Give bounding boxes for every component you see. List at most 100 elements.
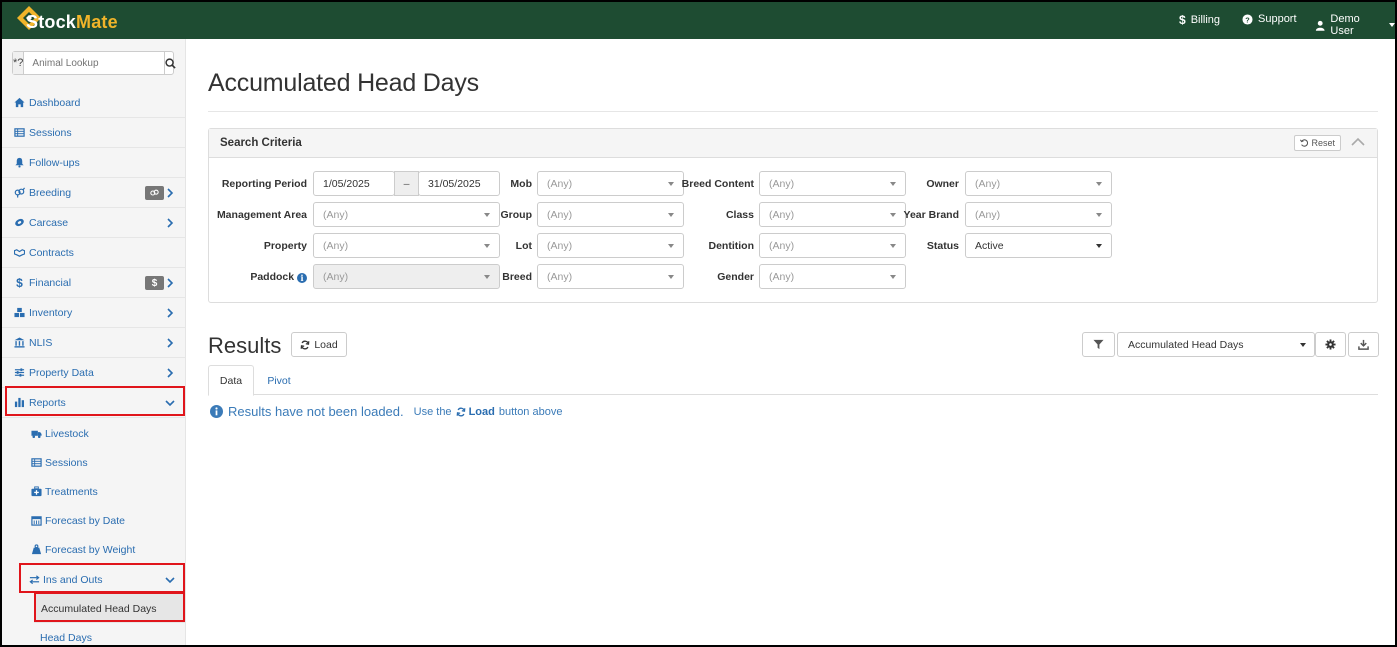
sidebar-item-property-data[interactable]: Property Data [2,358,186,388]
sidebar-item-inventory[interactable]: Inventory [2,298,186,328]
search-criteria-header[interactable]: Search Criteria Reset [209,129,1377,158]
tab-pivot[interactable]: Pivot [256,365,302,396]
caret-down-icon [668,213,674,217]
lot-value: (Any) [547,239,573,252]
property-value: (Any) [323,239,349,252]
property-select[interactable]: (Any) [313,233,500,258]
billing-link[interactable]: $ Billing [1179,13,1220,27]
sidebar-subitem-forecast-weight[interactable]: Forecast by Weight [2,535,186,564]
button-above-text: button above [498,405,563,418]
sidebar-subitem-label: Treatments [45,485,98,498]
highlight-box-reports [5,386,185,416]
breed-content-value: (Any) [769,177,795,190]
date-from-input[interactable]: 1/05/2025 [313,171,395,196]
sidebar-item-breeding[interactable]: Breeding [2,178,186,208]
reset-button[interactable]: Reset [1294,135,1341,151]
caret-down-icon [890,244,896,248]
caret-down-icon [1096,213,1102,217]
filter-icon [1093,339,1104,350]
support-link[interactable]: ? Support [1242,13,1297,25]
user-menu[interactable]: Demo User [1315,13,1395,37]
support-label: Support [1258,13,1297,25]
gender-value: (Any) [769,270,795,283]
breed-value: (Any) [547,270,573,283]
sidebar-item-dashboard[interactable]: Dashboard [2,88,186,118]
sliders-icon [13,366,26,379]
page-title: Accumulated Head Days [208,69,479,97]
mob-value: (Any) [547,177,573,190]
mob-label: Mob [510,178,532,190]
mob-select[interactable]: (Any) [537,171,684,196]
date-range-separator: – [394,171,419,196]
sidebar-item-label: Sessions [29,126,72,139]
sidebar-subitem-label: Forecast by Weight [45,543,136,556]
tab-data[interactable]: Data [208,365,254,396]
table-icon [13,126,26,139]
status-select[interactable]: Active [965,233,1112,258]
paddock-label-text: Paddock [250,271,295,283]
load-button[interactable]: Load [291,332,347,357]
sidebar-subitem-sessions[interactable]: Sessions [2,448,186,477]
owner-select[interactable]: (Any) [965,171,1112,196]
sidebar-item-label: Breeding [29,186,72,199]
load-link-text: Load [468,405,495,418]
dentition-select[interactable]: (Any) [759,233,906,258]
paddock-label: Paddock i [209,271,307,283]
lookup-search-button[interactable] [164,52,177,74]
search-icon [165,57,177,69]
highlight-box-accumulated-head-days [34,592,185,622]
sidebar-item-sessions[interactable]: Sessions [2,118,186,148]
reporting-period-label: Reporting Period [221,178,307,190]
group-label: Group [500,209,533,221]
sidebar-item-follow-ups[interactable]: Follow-ups [2,148,186,178]
app-frame: StockMate $ Billing ? Support Demo User … [0,0,1397,647]
handshake-icon [13,246,26,259]
sidebar-item-contracts[interactable]: Contracts [2,238,186,268]
sidebar-item-nlis[interactable]: NLIS [2,328,186,358]
year-brand-select[interactable]: (Any) [965,202,1112,227]
bank-icon [13,336,26,349]
reset-label: Reset [1311,138,1335,148]
chevron-right-icon [167,368,174,378]
sidebar-subitem-head-days[interactable]: Head Days [2,623,186,645]
title-divider [208,111,1378,112]
chevron-right-icon [167,308,174,318]
caret-down-icon [890,182,896,186]
sidebar-item-financial[interactable]: $ Financial $ [2,268,186,298]
info-circle-icon[interactable]: i [297,273,307,283]
sidebar-item-carcase[interactable]: Carcase [2,208,186,238]
app-logo-text[interactable]: StockMate [26,12,118,33]
management-area-select[interactable]: (Any) [313,202,500,227]
report-type-select[interactable]: Accumulated Head Days [1117,332,1315,357]
sidebar-subitem-treatments[interactable]: Treatments [2,477,186,506]
sidebar-subitem-livestock[interactable]: Livestock [2,419,186,448]
lot-select[interactable]: (Any) [537,233,684,258]
group-select[interactable]: (Any) [537,202,684,227]
status-value: Active [975,239,1004,252]
lookup-prefix[interactable]: *? [13,52,25,74]
chevron-right-icon [167,338,174,348]
animal-lookup-input[interactable] [24,52,165,74]
sidebar-subitem-label: Forecast by Date [45,514,125,527]
table-icon [30,456,43,469]
settings-button[interactable] [1315,332,1346,357]
download-button[interactable] [1348,332,1379,357]
truck-icon [30,427,43,440]
breed-content-select[interactable]: (Any) [759,171,906,196]
undo-icon [1300,139,1309,147]
sidebar-subitem-label: Sessions [45,456,88,469]
chevron-up-icon[interactable] [1351,137,1365,147]
sidebar-subitem-forecast-date[interactable]: Forecast by Date [2,506,186,535]
sidebar-subitem-label: Head Days [40,631,92,644]
calendar-icon [30,514,43,527]
breeding-badge-icon [145,186,164,200]
user-icon [1315,20,1325,31]
filter-button[interactable] [1082,332,1115,357]
breed-select[interactable]: (Any) [537,264,684,289]
gender-select[interactable]: (Any) [759,264,906,289]
paddock-value: (Any) [323,270,349,283]
info-circle-icon [210,405,223,418]
class-select[interactable]: (Any) [759,202,906,227]
caret-down-icon [668,275,674,279]
refresh-icon [456,407,465,416]
